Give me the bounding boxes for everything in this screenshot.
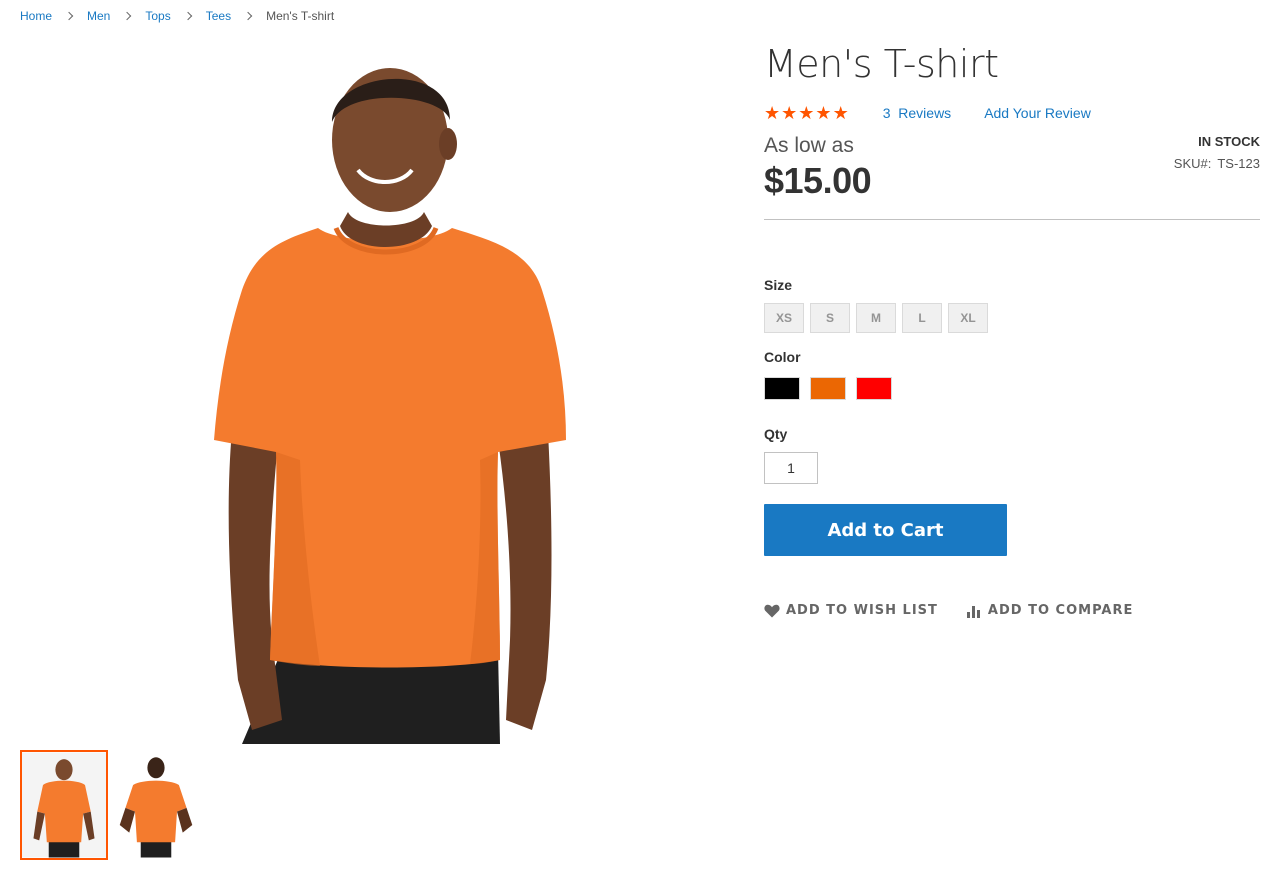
thumbnail-front[interactable]	[20, 750, 108, 860]
color-label: Color	[764, 349, 801, 365]
breadcrumb-current: Men's T-shirt	[266, 9, 335, 23]
gallery-thumbnails	[20, 750, 200, 860]
chevron-right-icon	[245, 11, 252, 21]
chevron-right-icon	[124, 11, 131, 21]
size-options: XS S M L XL	[764, 303, 1260, 333]
size-option-xl[interactable]: XL	[948, 303, 988, 333]
star-icon: ★	[832, 103, 849, 123]
qty-label: Qty	[764, 426, 788, 442]
star-icon: ★	[815, 103, 832, 123]
heart-icon	[764, 604, 780, 617]
main-product-image[interactable]	[20, 40, 744, 744]
color-option-orange[interactable]	[810, 377, 846, 400]
product-sku: SKU#: TS-123	[1174, 156, 1260, 171]
reviews-count: 3	[882, 105, 891, 121]
wishlist-label: Add to Wish List	[786, 603, 938, 618]
size-option-xs[interactable]: XS	[764, 303, 804, 333]
rating-stars: ★ ★ ★ ★ ★	[764, 104, 849, 122]
product-actions: Add to Wish List Add to Compare	[764, 603, 1260, 618]
chevron-right-icon	[66, 11, 73, 21]
price-box: As low as $15.00 In stock SKU#: TS-123	[764, 134, 1260, 220]
size-option-s[interactable]: S	[810, 303, 850, 333]
thumbnail-back[interactable]	[112, 750, 200, 860]
reviews-label: Reviews	[898, 105, 952, 121]
add-to-wishlist-link[interactable]: Add to Wish List	[764, 603, 938, 618]
product-info: Men's T-shirt ★ ★ ★ ★ ★ 3 Reviews Add Yo…	[764, 40, 1260, 618]
star-icon: ★	[798, 103, 815, 123]
model-front-image	[214, 68, 566, 744]
bar-chart-icon	[966, 605, 980, 618]
reviews-summary: ★ ★ ★ ★ ★ 3 Reviews Add Your Review	[764, 104, 1260, 122]
price-prefix: As low as	[764, 134, 854, 157]
color-options	[764, 377, 1260, 400]
color-option-red[interactable]	[856, 377, 892, 400]
product-title: Men's T-shirt	[764, 42, 999, 86]
breadcrumb: Home Men Tops Tees Men's T-shirt	[20, 9, 334, 23]
breadcrumb-tees[interactable]: Tees	[206, 9, 231, 23]
size-option-m[interactable]: M	[856, 303, 896, 333]
chevron-right-icon	[185, 11, 192, 21]
breadcrumb-tops[interactable]: Tops	[145, 9, 170, 23]
sku-label: SKU#:	[1173, 156, 1212, 171]
stock-status: In stock	[1198, 134, 1260, 149]
color-option-black[interactable]	[764, 377, 800, 400]
star-icon: ★	[781, 103, 798, 123]
qty-input[interactable]	[764, 452, 818, 484]
add-to-compare-link[interactable]: Add to Compare	[966, 603, 1133, 618]
add-to-cart-button[interactable]: Add to Cart	[764, 504, 1007, 556]
star-icon: ★	[764, 103, 781, 123]
compare-label: Add to Compare	[987, 603, 1134, 618]
sku-value: TS-123	[1217, 156, 1260, 171]
thumbnail-back-image	[114, 752, 198, 858]
size-label: Size	[764, 277, 793, 293]
reviews-link[interactable]: 3 Reviews	[883, 105, 951, 121]
breadcrumb-home[interactable]: Home	[20, 9, 52, 23]
breadcrumb-men[interactable]: Men	[87, 9, 110, 23]
add-review-link[interactable]: Add Your Review	[984, 105, 1091, 121]
thumbnail-front-image	[22, 752, 106, 858]
size-option-l[interactable]: L	[902, 303, 942, 333]
